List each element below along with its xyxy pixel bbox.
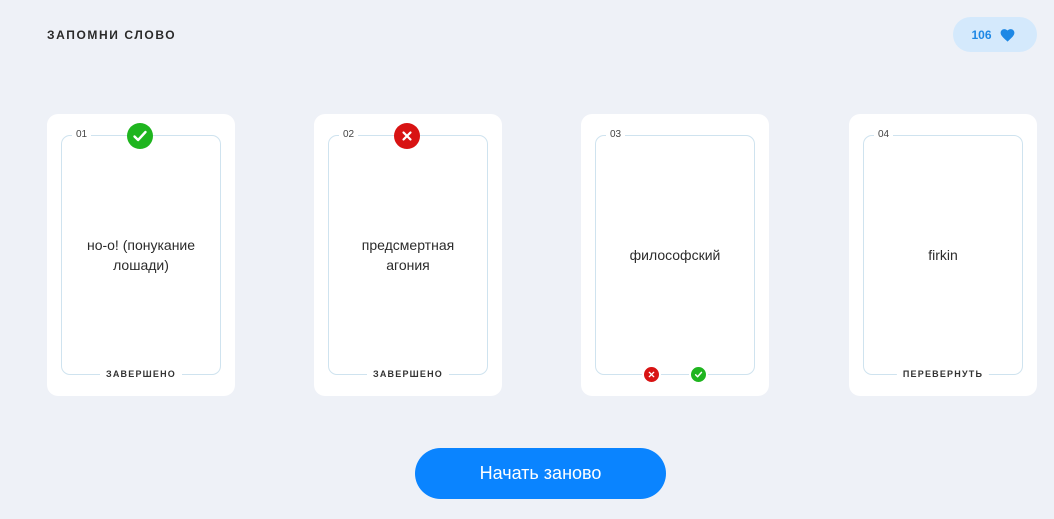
- card-word: философский: [629, 247, 721, 263]
- mark-wrong-button[interactable]: [644, 367, 659, 382]
- check-icon: [127, 123, 153, 149]
- close-icon: [394, 123, 420, 149]
- card-word: предсмертная агония: [361, 237, 455, 273]
- word-card-03: 03 философский: [581, 114, 769, 396]
- card-status: ЗАВЕРШЕНО: [100, 369, 182, 380]
- mark-correct-button[interactable]: [691, 367, 706, 382]
- likes-count: 106: [971, 27, 992, 42]
- heart-icon: [1000, 28, 1014, 42]
- word-card-02: 02 предсмертная агония ЗАВЕРШЕНО: [314, 114, 502, 396]
- card-status: ЗАВЕРШЕНО: [367, 369, 449, 380]
- likes-counter[interactable]: 106: [953, 17, 1037, 52]
- page-title: ЗАПОМНИ СЛОВО: [47, 28, 177, 42]
- card-word: но-о! (понукание лошади): [86, 237, 196, 273]
- check-icon: [694, 371, 703, 378]
- card-frame: 03 философский: [595, 129, 755, 382]
- card-frame: 04 firkin ПЕРЕВЕРНУТЬ: [863, 129, 1023, 380]
- close-icon: [648, 371, 655, 378]
- card-frame: 02 предсмертная агония ЗАВЕРШЕНО: [328, 129, 488, 380]
- flip-card-button[interactable]: ПЕРЕВЕРНУТЬ: [896, 369, 990, 380]
- card-frame: 01 но-о! (понукание лошади) ЗАВЕРШЕНО: [61, 129, 221, 380]
- card-word: firkin: [928, 247, 958, 263]
- word-card-04[interactable]: 04 firkin ПЕРЕВЕРНУТЬ: [849, 114, 1037, 396]
- restart-button[interactable]: Начать заново: [415, 448, 666, 499]
- word-card-01: 01 но-о! (понукание лошади) ЗАВЕРШЕНО: [47, 114, 235, 396]
